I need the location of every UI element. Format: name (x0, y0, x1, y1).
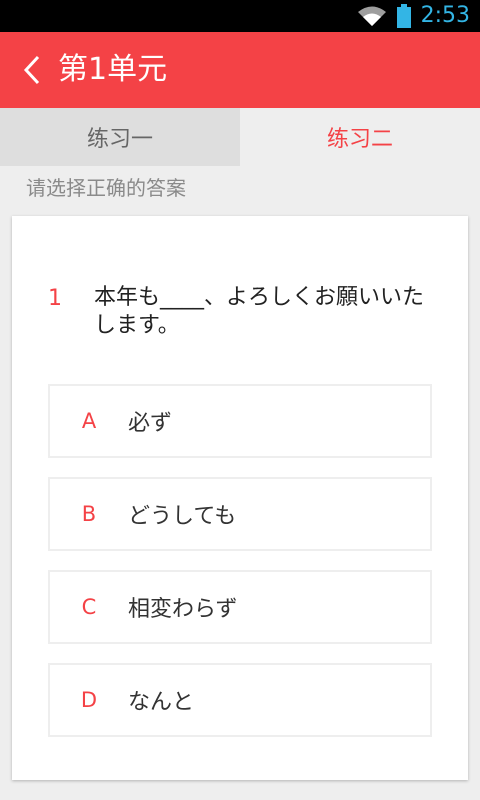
tab-exercise-1[interactable]: 练习一 (0, 108, 240, 166)
option-letter: C (81, 595, 97, 619)
chevron-left-icon (23, 55, 40, 85)
question-text: 本年も____、よろしくお願いいたします。 (94, 285, 425, 338)
question-card: 1 本年も____、よろしくお願いいたします。 A 必ず B どうしても C 相… (12, 216, 468, 780)
option-c[interactable]: C 相変わらず (48, 570, 432, 644)
question-number: 1 (48, 286, 62, 311)
status-time: 2:53 (420, 3, 470, 28)
option-letter: A (81, 409, 97, 433)
tab-bar: 练习一 练习二 (0, 108, 480, 166)
option-a[interactable]: A 必ず (48, 384, 432, 458)
status-icons: 2:53 (357, 0, 470, 32)
wifi-icon (357, 6, 386, 26)
option-letter: D (80, 688, 98, 712)
option-text: なんと (128, 690, 195, 715)
tab-exercise-2[interactable]: 练习二 (240, 108, 480, 166)
page-title: 第1单元 (58, 52, 168, 87)
status-bar: 2:53 (0, 0, 480, 32)
option-d[interactable]: D なんと (48, 663, 432, 737)
battery-icon (396, 4, 411, 28)
option-text: どうしても (128, 504, 237, 529)
back-button[interactable] (12, 50, 52, 90)
app-bar: 第1单元 (0, 32, 480, 108)
instruction-text: 请选择正确的答案 (26, 176, 186, 200)
option-letter: B (81, 502, 97, 526)
option-text: 必ず (128, 411, 173, 436)
option-text: 相変わらず (128, 597, 238, 622)
option-b[interactable]: B どうしても (48, 477, 432, 551)
